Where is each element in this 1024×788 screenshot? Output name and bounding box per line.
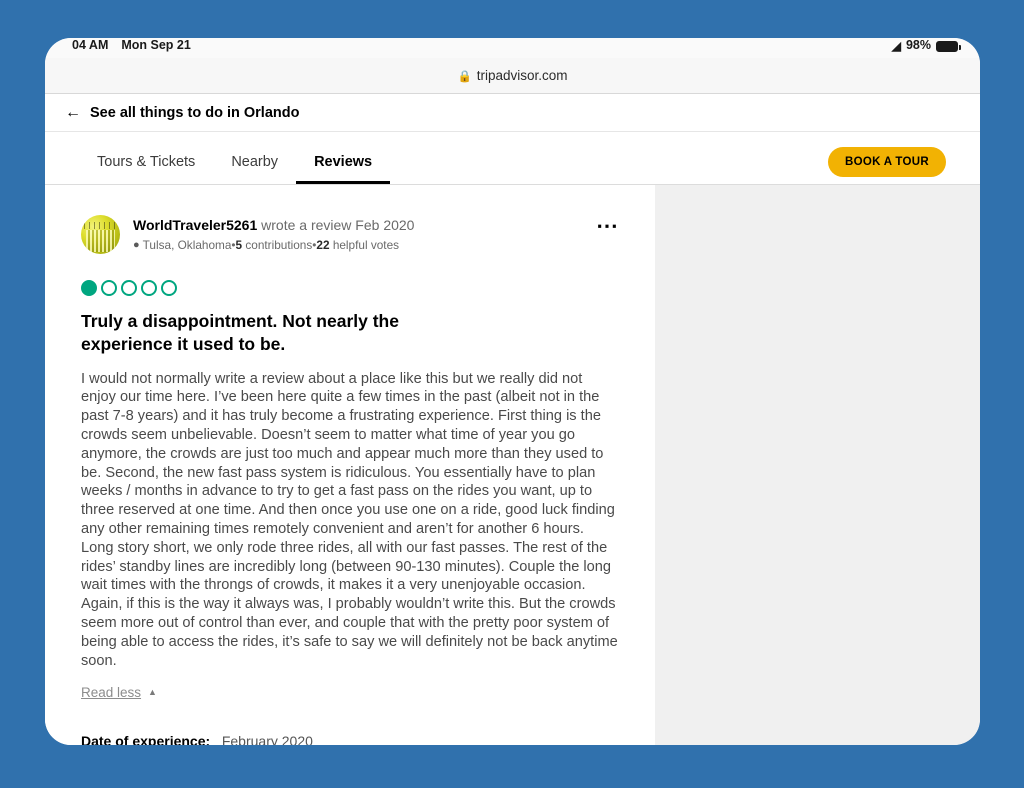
review-title: Truly a disappointment. Not nearly the e… bbox=[81, 311, 399, 355]
rating-bubble-1 bbox=[81, 280, 97, 296]
url-text: tripadvisor.com bbox=[476, 68, 568, 83]
reviewer-byline: WorldTraveler5261 wrote a review Feb 202… bbox=[133, 216, 414, 235]
rating-bubbles bbox=[81, 280, 619, 296]
ios-status-bar: 04 AM Mon Sep 21 ◢ 98% bbox=[45, 38, 980, 58]
tab-tours-tickets[interactable]: Tours & Tickets bbox=[79, 154, 213, 185]
back-link-label: See all things to do in Orlando bbox=[90, 104, 300, 121]
rating-bubble-4 bbox=[141, 280, 157, 296]
reviewer-name[interactable]: WorldTraveler5261 bbox=[133, 217, 257, 233]
url-display[interactable]: 🔒 tripadvisor.com bbox=[457, 68, 567, 83]
read-less-link[interactable]: Read less bbox=[81, 685, 141, 700]
lock-icon: 🔒 bbox=[457, 70, 472, 83]
reviews-content-column: ⋯ WorldTraveler5261 wrote a review Feb 2… bbox=[45, 185, 655, 745]
tab-nearby[interactable]: Nearby bbox=[213, 154, 296, 185]
status-bar-right: ◢ 98% bbox=[891, 38, 961, 53]
review-card: ⋯ WorldTraveler5261 wrote a review Feb 2… bbox=[45, 185, 655, 745]
status-bar-date: Mon Sep 21 bbox=[121, 38, 191, 52]
book-a-tour-button[interactable]: BOOK A TOUR bbox=[827, 147, 946, 177]
tab-list: Tours & Tickets Nearby Reviews bbox=[79, 154, 391, 185]
ellipsis-icon[interactable]: ⋯ bbox=[590, 215, 625, 237]
review-byline-text: wrote a review Feb 2020 bbox=[261, 217, 415, 233]
date-of-experience-row: Date of experience: February 2020 bbox=[81, 732, 619, 745]
site-header: ← See all things to do in Orlando bbox=[45, 94, 980, 132]
helpful-votes-label: helpful votes bbox=[332, 237, 400, 252]
page-body: ⋯ WorldTraveler5261 wrote a review Feb 2… bbox=[45, 185, 980, 745]
arrow-left-icon: ← bbox=[65, 103, 81, 121]
caret-up-icon[interactable]: ▲ bbox=[148, 687, 157, 697]
tab-reviews[interactable]: Reviews bbox=[296, 154, 391, 184]
nav-tab-bar: Tours & Tickets Nearby Reviews BOOK A TO… bbox=[45, 132, 980, 185]
contributions-label: contributions bbox=[245, 237, 313, 252]
date-of-experience-value: February 2020 bbox=[221, 732, 313, 745]
status-bar-left: 04 AM Mon Sep 21 bbox=[72, 38, 191, 52]
browser-url-bar[interactable]: 🔒 tripadvisor.com bbox=[45, 58, 980, 94]
wifi-icon: ◢ bbox=[891, 39, 901, 53]
review-footer: Date of experience: February 2020 Trip t… bbox=[81, 732, 619, 745]
rating-bubble-2 bbox=[101, 280, 117, 296]
review-body-text: I would not normally write a review abou… bbox=[81, 370, 618, 669]
status-bar-time: 04 AM bbox=[72, 38, 109, 52]
back-to-orlando-link[interactable]: ← See all things to do in Orlando bbox=[65, 104, 299, 122]
avatar[interactable] bbox=[81, 215, 120, 254]
review-header: WorldTraveler5261 wrote a review Feb 202… bbox=[81, 215, 619, 254]
battery-percent-label: 98% bbox=[905, 38, 931, 52]
reviewer-location: Tulsa, Oklahoma bbox=[142, 237, 232, 252]
read-less-row[interactable]: Read less ▲ bbox=[81, 685, 619, 700]
reviewer-stats: ● Tulsa, Oklahoma • 5 contributions • 22… bbox=[133, 238, 414, 253]
helpful-votes-count: 22 bbox=[316, 237, 330, 252]
battery-icon bbox=[936, 41, 961, 52]
reviewer-meta: WorldTraveler5261 wrote a review Feb 202… bbox=[133, 215, 414, 253]
date-of-experience-label: Date of experience: bbox=[81, 732, 211, 745]
rating-bubble-5 bbox=[161, 280, 177, 296]
tablet-screen: 04 AM Mon Sep 21 ◢ 98% 🔒 tripadvisor.com… bbox=[45, 38, 980, 745]
rating-bubble-3 bbox=[121, 280, 137, 296]
location-pin-icon: ● bbox=[133, 239, 140, 252]
